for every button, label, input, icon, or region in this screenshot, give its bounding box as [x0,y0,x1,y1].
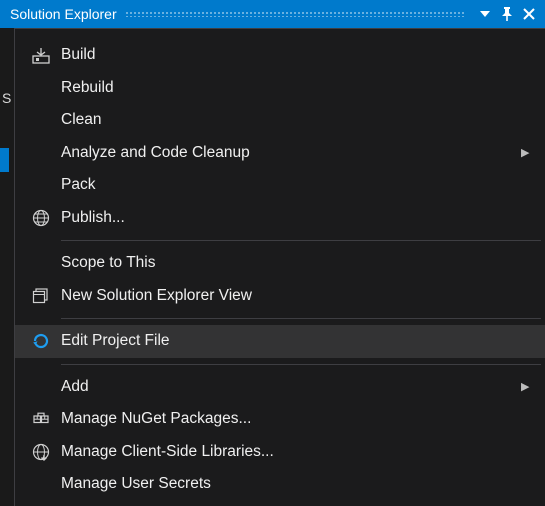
left-selection-indicator [0,148,9,172]
menu-item-manage-secrets[interactable]: Manage User Secrets [15,468,545,501]
solution-explorer-titlebar: Solution Explorer [0,0,545,28]
menu-item-publish[interactable]: Publish... [15,202,545,235]
window-position-dropdown-icon[interactable] [475,4,495,24]
submenu-arrow-icon: ▶ [521,146,535,159]
menu-item-pack[interactable]: Pack [15,169,545,202]
menu-item-label: Pack [61,176,535,194]
nuget-icon [21,410,61,428]
menu-item-label: Build [61,46,535,64]
menu-item-label: Manage NuGet Packages... [61,410,535,428]
menu-item-label: Scope to This [61,254,535,272]
menu-item-analyze[interactable]: Analyze and Code Cleanup ▶ [15,137,545,170]
menu-item-label: Add [61,378,521,396]
context-menu: Build Rebuild Clean Analyze and Code Cle… [14,28,545,506]
menu-item-label: Manage Client-Side Libraries... [61,443,535,461]
menu-item-label: Rebuild [61,79,535,97]
menu-item-label: Manage User Secrets [61,475,535,493]
close-icon[interactable] [519,4,539,24]
menu-item-label: Clean [61,111,535,129]
menu-item-scope[interactable]: Scope to This [15,247,545,280]
left-gutter: S [0,28,14,506]
menu-item-add[interactable]: Add ▶ [15,371,545,404]
submenu-arrow-icon: ▶ [521,380,535,393]
menu-item-label: Edit Project File [61,332,535,350]
menu-item-label: Analyze and Code Cleanup [61,144,521,162]
menu-item-rebuild[interactable]: Rebuild [15,72,545,105]
publish-icon [21,209,61,227]
pin-icon[interactable] [497,4,517,24]
edit-project-icon [21,332,61,350]
menu-item-label: New Solution Explorer View [61,287,535,305]
menu-separator [61,240,541,241]
menu-item-manage-nuget[interactable]: Manage NuGet Packages... [15,403,545,436]
titlebar-drag-grip[interactable] [125,11,465,17]
new-view-icon [21,287,61,305]
left-gutter-char: S [2,90,11,106]
menu-item-edit-project-file[interactable]: Edit Project File [15,325,545,358]
menu-item-clean[interactable]: Clean [15,104,545,137]
menu-item-manage-client-libs[interactable]: Manage Client-Side Libraries... [15,436,545,469]
menu-item-new-view[interactable]: New Solution Explorer View [15,280,545,313]
titlebar-text: Solution Explorer [10,6,117,22]
menu-separator [61,318,541,319]
client-libs-icon [21,443,61,461]
menu-item-label: Publish... [61,209,535,227]
menu-item-build[interactable]: Build [15,39,545,72]
menu-separator [61,364,541,365]
build-icon [21,46,61,64]
